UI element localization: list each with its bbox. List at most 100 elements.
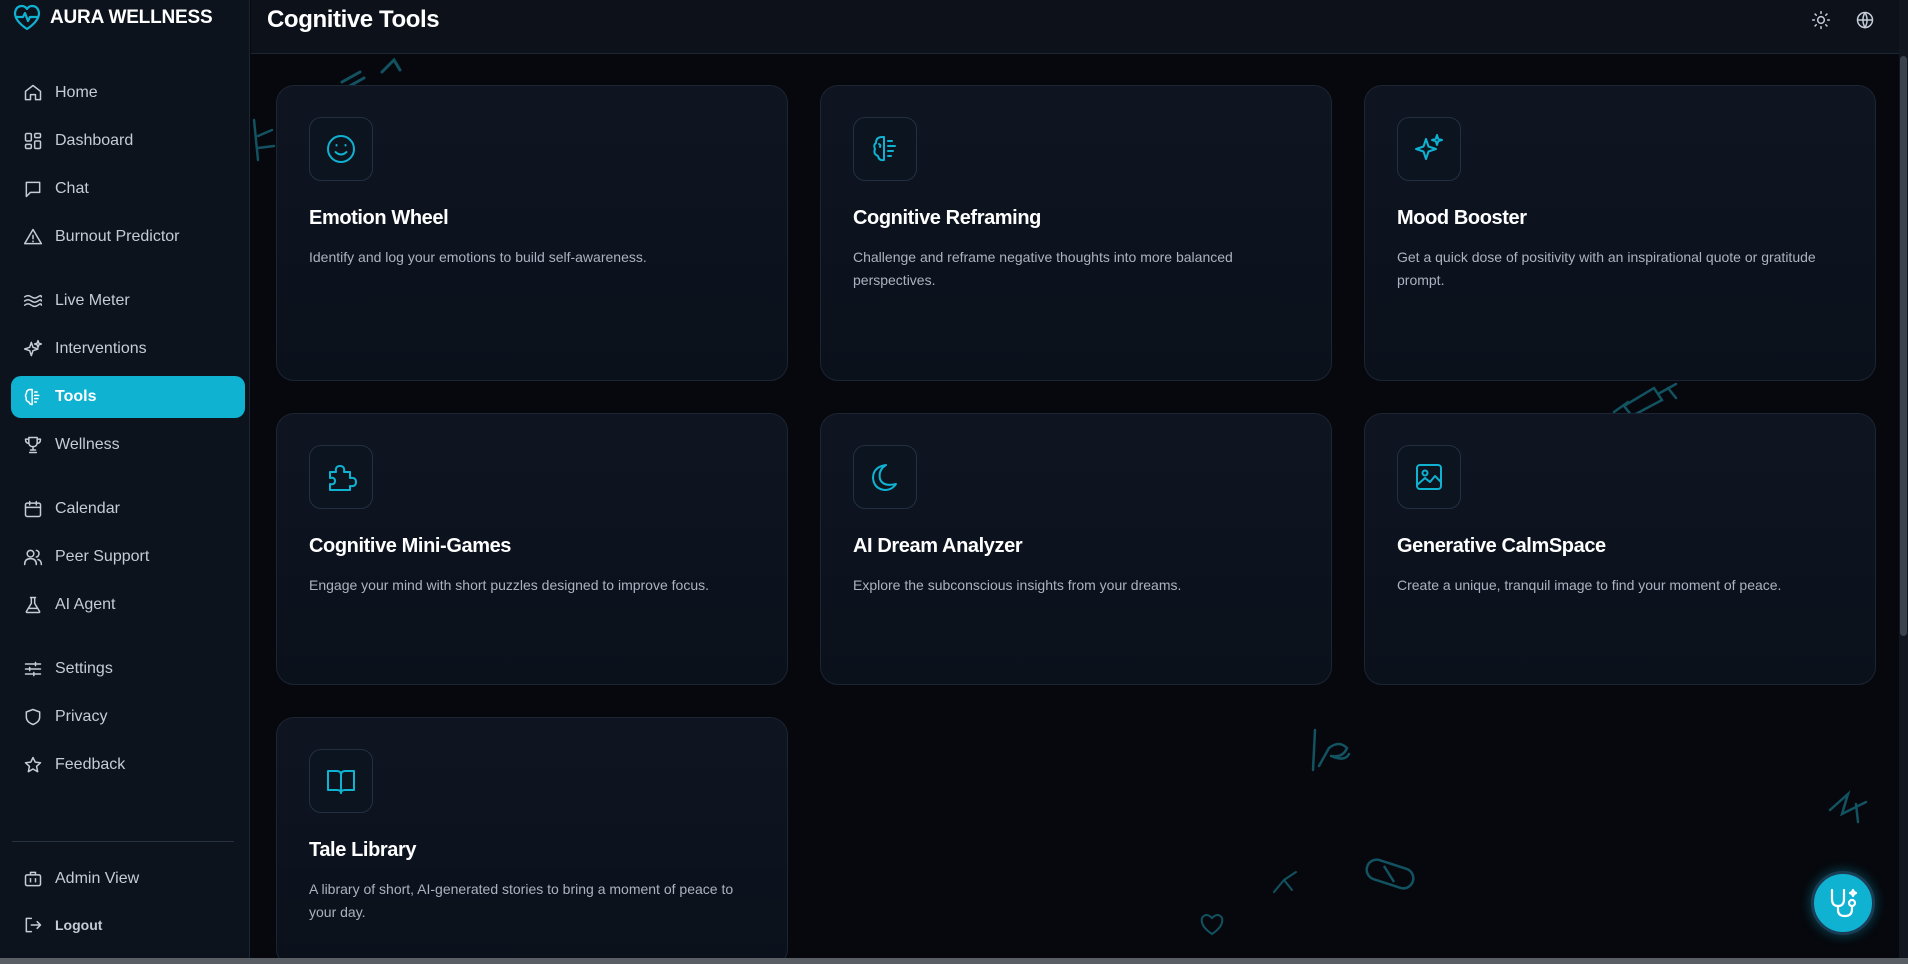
tool-card-ai-dream-analyzer[interactable]: AI Dream Analyzer Explore the subconscio… xyxy=(820,413,1332,685)
heart-pulse-icon xyxy=(12,3,42,33)
tool-title: Emotion Wheel xyxy=(309,207,449,229)
sidebar-item-ai-agent[interactable]: AI Agent xyxy=(11,584,245,626)
brand[interactable]: AURA WELLNESS xyxy=(12,3,213,33)
sidebar-item-chat[interactable]: Chat xyxy=(11,168,245,210)
sparkles-icon xyxy=(23,339,43,359)
sidebar-item-burnout-predictor[interactable]: Burnout Predictor xyxy=(11,216,245,258)
window-bottom-edge xyxy=(0,958,1908,964)
sidebar-item-settings[interactable]: Settings xyxy=(11,648,245,690)
sidebar-item-label: Burnout Predictor xyxy=(55,228,180,245)
tool-card-emotion-wheel[interactable]: Emotion Wheel Identify and log your emot… xyxy=(276,85,788,381)
sidebar-item-label: Dashboard xyxy=(55,132,134,149)
tool-title: Cognitive Reframing xyxy=(853,207,1041,229)
sidebar-item-label: Logout xyxy=(55,917,103,933)
tool-description: Engage your mind with short puzzles desi… xyxy=(309,577,709,593)
brand-name: AURA WELLNESS xyxy=(50,7,213,28)
background-doodle-plant-icon xyxy=(1305,726,1357,774)
smile-icon xyxy=(324,132,358,166)
star-icon xyxy=(23,755,43,775)
tool-description: Get a quick dose of positivity with an i… xyxy=(1397,249,1816,288)
tool-description: Identify and log your emotions to build … xyxy=(309,249,647,265)
sidebar-item-home[interactable]: Home xyxy=(11,72,245,114)
flask-icon xyxy=(23,595,43,615)
sliders-icon xyxy=(23,659,43,679)
briefcase-icon xyxy=(23,869,43,889)
trophy-icon xyxy=(23,435,43,455)
sidebar-item-label: Tools xyxy=(55,388,97,405)
logout-icon xyxy=(23,915,43,935)
home-icon xyxy=(23,83,43,103)
sidebar-item-label: Admin View xyxy=(55,870,140,887)
brain-icon xyxy=(23,387,43,407)
tool-card-cognitive-reframing[interactable]: Cognitive Reframing Challenge and refram… xyxy=(820,85,1332,381)
tool-title: Generative CalmSpace xyxy=(1397,535,1606,557)
waves-icon xyxy=(23,291,43,311)
tool-description: Explore the subconscious insights from y… xyxy=(853,577,1182,593)
sun-icon xyxy=(1811,10,1831,30)
book-icon xyxy=(324,764,358,798)
sidebar-item-feedback[interactable]: Feedback xyxy=(11,744,245,786)
sidebar-item-label: Interventions xyxy=(55,340,147,357)
logout-button[interactable]: Logout xyxy=(11,904,245,946)
tool-title: Tale Library xyxy=(309,839,417,861)
sidebar-item-live-meter[interactable]: Live Meter xyxy=(11,280,245,322)
sidebar-item-label: AI Agent xyxy=(55,596,116,613)
warning-icon xyxy=(23,227,43,247)
brain-icon xyxy=(868,132,902,166)
sidebar-item-label: Calendar xyxy=(55,500,120,517)
stethoscope-icon xyxy=(1826,886,1860,920)
background-doodle-heart-icon xyxy=(1198,910,1226,938)
sidebar-item-tools[interactable]: Tools xyxy=(11,376,245,418)
image-icon xyxy=(1412,460,1446,494)
background-doodle-sprout-icon xyxy=(1270,868,1302,896)
sidebar-item-label: Wellness xyxy=(55,436,120,453)
tool-title: Cognitive Mini-Games xyxy=(309,535,512,557)
background-doodle-leaf-icon xyxy=(248,116,278,164)
sidebar-item-label: Feedback xyxy=(55,756,126,773)
shield-icon xyxy=(23,707,43,727)
globe-icon xyxy=(1855,10,1875,30)
sidebar-item-admin-view[interactable]: Admin View xyxy=(11,858,245,900)
users-icon xyxy=(23,547,43,567)
background-doodle-zigzag-icon xyxy=(1826,784,1870,828)
tool-title: Mood Booster xyxy=(1397,207,1527,229)
sidebar-item-interventions[interactable]: Interventions xyxy=(11,328,245,370)
tool-icon-box xyxy=(309,749,373,813)
page-scrollbar-thumb[interactable] xyxy=(1900,56,1907,636)
sidebar-item-label: Peer Support xyxy=(55,548,150,565)
top-header: Cognitive Tools xyxy=(251,0,1899,54)
tool-card-generative-calmspace[interactable]: Generative CalmSpace Create a unique, tr… xyxy=(1364,413,1876,685)
sparkles-icon xyxy=(1412,132,1446,166)
tool-description: Create a unique, tranquil image to find … xyxy=(1397,577,1782,593)
tool-card-cognitive-mini-games[interactable]: Cognitive Mini-Games Engage your mind wi… xyxy=(276,413,788,685)
sidebar-item-dashboard[interactable]: Dashboard xyxy=(11,120,245,162)
tool-card-mood-booster[interactable]: Mood Booster Get a quick dose of positiv… xyxy=(1364,85,1876,381)
sidebar-item-label: Home xyxy=(55,84,98,101)
puzzle-icon xyxy=(324,460,358,494)
moon-icon xyxy=(868,460,902,494)
sidebar-item-peer-support[interactable]: Peer Support xyxy=(11,536,245,578)
dashboard-icon xyxy=(23,131,43,151)
theme-toggle-button[interactable] xyxy=(1808,7,1834,33)
tool-title: AI Dream Analyzer xyxy=(853,535,1023,557)
sidebar-item-wellness[interactable]: Wellness xyxy=(11,424,245,466)
tool-description: Challenge and reframe negative thoughts … xyxy=(853,249,1233,288)
tool-icon-box xyxy=(853,117,917,181)
sidebar-item-label: Live Meter xyxy=(55,292,130,309)
sidebar-item-calendar[interactable]: Calendar xyxy=(11,488,245,530)
calendar-icon xyxy=(23,499,43,519)
sidebar-item-label: Settings xyxy=(55,660,113,677)
tool-description: A library of short, AI-generated stories… xyxy=(309,881,734,920)
sidebar-item-privacy[interactable]: Privacy xyxy=(11,696,245,738)
sidebar-item-label: Chat xyxy=(55,180,89,197)
assistant-fab-button[interactable] xyxy=(1811,871,1875,935)
sidebar: AURA WELLNESS Home Dashboard Chat Burnou… xyxy=(0,0,250,958)
chat-icon xyxy=(23,179,43,199)
tool-card-tale-library[interactable]: Tale Library A library of short, AI-gene… xyxy=(276,717,788,964)
tool-icon-box xyxy=(309,445,373,509)
language-button[interactable] xyxy=(1852,7,1878,33)
background-doodle-pill-icon xyxy=(1362,856,1418,892)
tool-icon-box xyxy=(1397,445,1461,509)
tool-icon-box xyxy=(1397,117,1461,181)
sidebar-item-label: Privacy xyxy=(55,708,108,725)
